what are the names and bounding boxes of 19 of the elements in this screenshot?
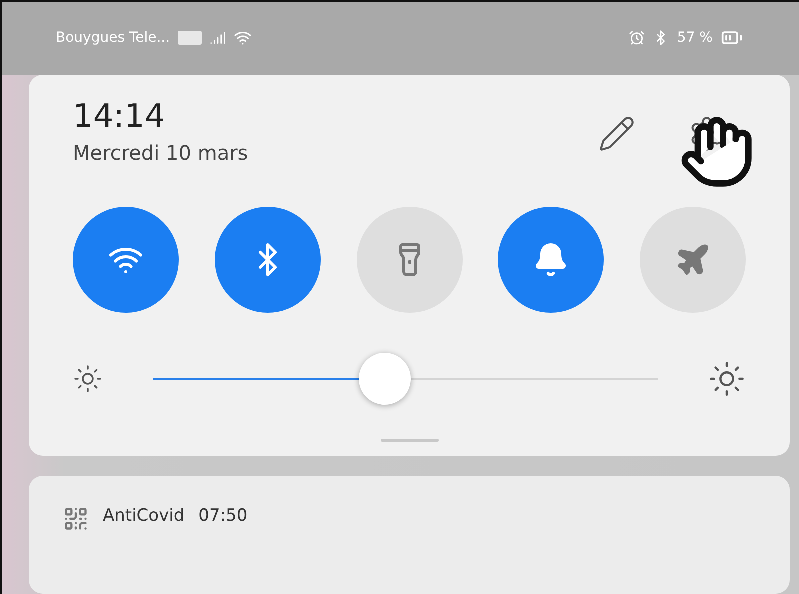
alarm-icon xyxy=(629,30,646,46)
notification-app: AntiCovid xyxy=(103,506,185,526)
drag-handle[interactable] xyxy=(380,439,438,442)
hd-badge-icon xyxy=(178,31,202,46)
hand-cursor-icon xyxy=(679,114,755,190)
date-label: Mercredi 10 mars xyxy=(73,140,248,165)
signal-icon xyxy=(210,30,226,46)
brightness-high-icon xyxy=(708,360,746,398)
brightness-low-icon xyxy=(73,364,103,394)
battery-percent: 57 % xyxy=(677,30,713,46)
carrier-name: Bouygues Tele... xyxy=(56,30,170,46)
edit-icon[interactable] xyxy=(598,114,636,153)
airplane-icon xyxy=(675,242,711,278)
wifi-status-icon xyxy=(234,29,252,48)
slider-thumb[interactable] xyxy=(359,352,412,405)
qr-code-icon xyxy=(63,506,89,532)
notification-card[interactable]: AntiCovid 07:50 xyxy=(29,476,790,594)
clock-time: 14:14 xyxy=(73,96,166,135)
notification-time: 07:50 xyxy=(198,506,248,526)
